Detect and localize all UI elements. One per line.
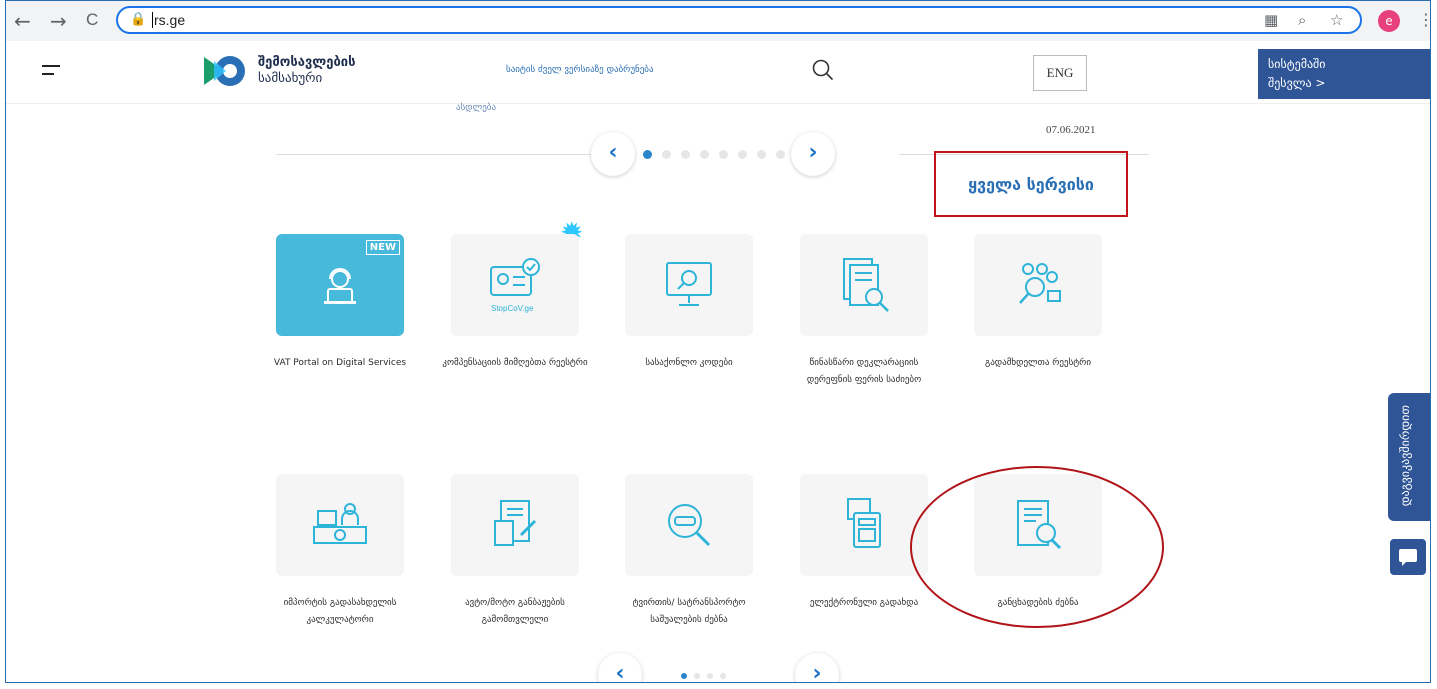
forward-icon[interactable]: → bbox=[50, 9, 67, 33]
contact-tab-label: დაგვიკავშირდით bbox=[1398, 405, 1412, 507]
new-badge: NEW bbox=[365, 240, 400, 255]
carousel-dot[interactable] bbox=[681, 150, 690, 159]
service-tile-goods-codes[interactable] bbox=[625, 234, 753, 336]
all-services-link[interactable]: ყველა სერვისი bbox=[934, 151, 1128, 217]
service-tile-customs-calculator[interactable] bbox=[451, 474, 579, 576]
browser-window: ← → C 🔒 rs.ge ▦ ⌕ ☆ e ⋮ შემოსავლების სამ… bbox=[5, 0, 1431, 683]
carousel-next-button-bottom[interactable]: › bbox=[795, 653, 839, 682]
bookmark-star-icon[interactable]: ☆ bbox=[1330, 11, 1343, 29]
logo-text[interactable]: შემოსავლების სამსახური bbox=[258, 55, 356, 87]
news-date: 07.06.2021 bbox=[1046, 124, 1096, 136]
service-tile-cargo-search[interactable] bbox=[625, 474, 753, 576]
chat-button[interactable] bbox=[1390, 539, 1426, 575]
browser-toolbar: ← → C 🔒 rs.ge ▦ ⌕ ☆ e ⋮ bbox=[6, 1, 1430, 42]
carousel-prev-button[interactable]: ‹ bbox=[591, 132, 635, 176]
carousel-dots-bottom bbox=[681, 673, 726, 679]
service-label[interactable]: ელექტრონული გადახდა bbox=[789, 595, 939, 612]
logo-mark-icon[interactable] bbox=[202, 53, 248, 89]
service-tile-import-calculator[interactable] bbox=[276, 474, 404, 576]
url-text[interactable]: rs.ge bbox=[152, 12, 185, 28]
svg-text:StopCoV.ge: StopCoV.ge bbox=[491, 304, 534, 313]
carousel-dot[interactable] bbox=[738, 150, 747, 159]
carousel-dot[interactable] bbox=[700, 150, 709, 159]
back-icon[interactable]: ← bbox=[14, 9, 31, 33]
calculator-document-icon bbox=[494, 500, 537, 546]
service-label[interactable]: ტვირთის/ სატრანსპორტო საშუალების ძებნა bbox=[614, 595, 764, 629]
login-line-1: სისტემაში bbox=[1268, 57, 1326, 71]
old-version-link[interactable]: საიტის ძველ ვერსიაზე დაბრუნება bbox=[506, 65, 654, 75]
monitor-search-icon bbox=[666, 262, 712, 306]
carousel-dot[interactable] bbox=[643, 150, 652, 159]
document-search-icon bbox=[843, 258, 889, 312]
profile-avatar[interactable]: e bbox=[1378, 10, 1400, 32]
id-card-check-icon: StopCoV.ge bbox=[490, 258, 540, 313]
carousel-prev-button-bottom[interactable]: ‹ bbox=[598, 653, 642, 682]
annotation-ellipse bbox=[910, 466, 1164, 628]
search-icon[interactable] bbox=[812, 59, 834, 81]
carousel-dot[interactable] bbox=[719, 150, 728, 159]
logo-line-2: სამსახური bbox=[258, 71, 323, 86]
support-agent-icon bbox=[324, 268, 356, 304]
carousel-dot[interactable] bbox=[694, 673, 700, 679]
service-label[interactable]: კომპენსაციის მიმღებთა რეესტრი bbox=[440, 355, 590, 372]
carousel-dot[interactable] bbox=[662, 150, 671, 159]
service-label[interactable]: წინასწარი დეკლარაციის დერეფნის ფერის საძ… bbox=[789, 355, 939, 389]
zoom-icon[interactable]: ⌕ bbox=[1298, 11, 1306, 29]
lock-icon: 🔒 bbox=[130, 12, 147, 27]
carousel-dot[interactable] bbox=[776, 150, 785, 159]
service-tile-vat-portal[interactable]: NEW bbox=[276, 234, 404, 336]
service-label[interactable]: VAT Portal on Digital Services bbox=[265, 355, 415, 372]
service-label[interactable]: ავტო/მოტო განბაჟების გამომთვლელი bbox=[440, 595, 590, 629]
reload-icon[interactable]: C bbox=[86, 10, 98, 30]
site-header: შემოსავლების სამსახური საიტის ძველ ვერსი… bbox=[6, 41, 1430, 104]
vehicle-search-icon bbox=[668, 504, 711, 547]
divider-left bbox=[276, 154, 596, 155]
people-search-icon bbox=[1019, 263, 1061, 304]
translate-icon[interactable]: ▦ bbox=[1264, 11, 1278, 29]
browser-menu-icon[interactable]: ⋮ bbox=[1418, 10, 1430, 29]
carousel-dots bbox=[643, 150, 785, 159]
service-tile-preliminary-declaration[interactable] bbox=[800, 234, 928, 336]
contact-side-tab[interactable]: დაგვიკავშირდით bbox=[1388, 393, 1430, 521]
carousel-partial-text: ასდლება bbox=[456, 103, 497, 113]
hamburger-menu-icon[interactable] bbox=[42, 65, 60, 81]
carousel-dot[interactable] bbox=[757, 150, 766, 159]
service-tile-compensation[interactable]: StopCoV.ge bbox=[451, 234, 579, 336]
login-button[interactable]: სისტემაში შესვლა > bbox=[1258, 49, 1430, 99]
carousel-dot[interactable] bbox=[681, 673, 687, 679]
carousel-dot[interactable] bbox=[720, 673, 726, 679]
chat-bubble-icon bbox=[1399, 549, 1417, 566]
language-button[interactable]: ENG bbox=[1033, 55, 1087, 91]
pos-terminal-icon bbox=[847, 498, 881, 548]
service-label[interactable]: სასაქონლო კოდები bbox=[614, 355, 764, 372]
carousel-next-button[interactable]: › bbox=[791, 132, 835, 176]
cashier-desk-icon bbox=[313, 503, 367, 544]
service-label[interactable]: გადამხდელთა რეესტრი bbox=[963, 355, 1113, 372]
carousel-dot[interactable] bbox=[707, 673, 713, 679]
login-line-2: შესვლა > bbox=[1268, 76, 1326, 90]
service-tile-taxpayer-registry[interactable] bbox=[974, 234, 1102, 336]
service-label[interactable]: იმპორტის გადასახდელის კალკულატორი bbox=[265, 595, 415, 629]
address-bar[interactable]: 🔒 rs.ge ▦ ⌕ ☆ bbox=[116, 6, 1362, 34]
logo-line-1: შემოსავლების bbox=[258, 55, 356, 70]
service-tile-e-payment[interactable] bbox=[800, 474, 928, 576]
